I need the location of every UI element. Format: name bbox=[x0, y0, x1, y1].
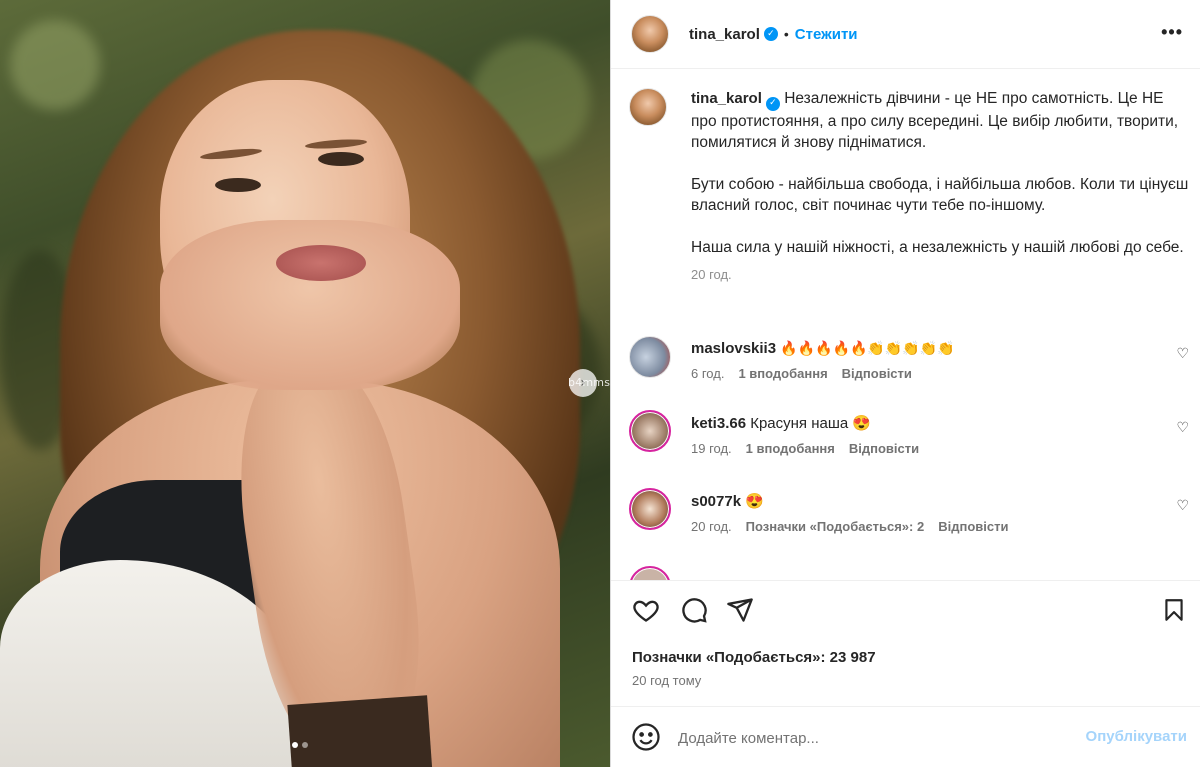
wooden-railing bbox=[287, 695, 433, 767]
comment: maslovskii3 🔥🔥🔥🔥🔥👏👏👏👏👏 6 год. 1 вподобан… bbox=[629, 336, 1200, 406]
verified-badge-icon: ✓ bbox=[765, 96, 780, 111]
caption-paragraph: Наша сила у нашій ніжності, а незалежніс… bbox=[691, 238, 1184, 256]
comment-username[interactable]: s0077k bbox=[691, 493, 741, 510]
post-actions bbox=[611, 580, 1200, 642]
comment: keti3.66 Красуня наша 😍 19 год. 1 вподоб… bbox=[629, 410, 1200, 480]
author-username[interactable]: tina_karol bbox=[689, 26, 760, 43]
comments-scroll-area[interactable]: tina_karol ✓ Незалежність дівчини - це НЕ… bbox=[611, 70, 1200, 580]
carousel-dot bbox=[292, 742, 298, 748]
caption-time: 20 год. bbox=[691, 266, 732, 282]
avatar[interactable] bbox=[629, 566, 671, 580]
follow-button[interactable]: Стежити bbox=[795, 26, 858, 43]
add-comment-bar: Опублікувати bbox=[611, 706, 1200, 767]
comment-likes[interactable]: Позначки «Подобається»: 2 bbox=[746, 519, 925, 534]
comment-time: 6 год. bbox=[691, 366, 725, 381]
watermark: b4mms bbox=[568, 376, 610, 389]
reply-button[interactable]: Відповісти bbox=[842, 366, 912, 381]
right-eye bbox=[318, 152, 364, 166]
carousel-indicator bbox=[292, 742, 308, 748]
comment-text: 🔥🔥🔥🔥🔥👏👏👏👏👏 bbox=[780, 341, 955, 357]
comment-like-heart-icon[interactable]: ♡ bbox=[1176, 498, 1189, 514]
heart-icon[interactable] bbox=[631, 595, 661, 625]
comment-time: 19 год. bbox=[691, 441, 732, 456]
comment-time: 20 год. bbox=[691, 519, 732, 534]
more-options-icon[interactable]: ••• bbox=[1161, 22, 1183, 43]
comment-likes[interactable]: 1 вподобання bbox=[746, 441, 835, 456]
post-header: tina_karol ✓ • Стежити ••• bbox=[611, 0, 1200, 69]
reply-button[interactable]: Відповісти bbox=[849, 441, 919, 456]
smiley-icon[interactable] bbox=[631, 722, 661, 752]
comment-username[interactable]: maslovskii3 bbox=[691, 340, 776, 357]
post-photo[interactable]: › b4mms bbox=[0, 0, 610, 767]
publish-button[interactable]: Опублікувати bbox=[1086, 728, 1187, 745]
send-icon[interactable] bbox=[725, 595, 755, 625]
caption-text: Незалежність дівчини - це НЕ про самотні… bbox=[691, 90, 1179, 151]
post-time: 20 год тому bbox=[632, 673, 702, 688]
left-eye bbox=[215, 178, 261, 192]
comment-input[interactable] bbox=[678, 725, 1058, 751]
caption-paragraph: Бути собою - найбільша свобода, і найбіл… bbox=[691, 175, 1189, 214]
avatar[interactable] bbox=[629, 488, 671, 530]
comment-username[interactable]: keti3.66 bbox=[691, 415, 746, 432]
carousel-dot bbox=[302, 742, 308, 748]
likes-count[interactable]: Позначки «Подобається»: 23 987 bbox=[632, 649, 876, 666]
avatar[interactable] bbox=[629, 88, 667, 126]
comment-text: Красуня наша 😍 bbox=[750, 415, 872, 432]
caption-username[interactable]: tina_karol bbox=[691, 90, 762, 107]
avatar[interactable] bbox=[629, 336, 671, 378]
caption-paragraph: tina_karol ✓ Незалежність дівчини - це НЕ… bbox=[691, 88, 1189, 153]
background-bokeh bbox=[10, 20, 100, 110]
post-caption: tina_karol ✓ Незалежність дівчини - це НЕ… bbox=[629, 88, 1189, 285]
post-side-panel: tina_karol ✓ • Стежити ••• tina_karol ✓ Н… bbox=[610, 0, 1200, 767]
reply-button[interactable]: Відповісти bbox=[938, 519, 1008, 534]
avatar[interactable] bbox=[629, 410, 671, 452]
bookmark-icon[interactable] bbox=[1159, 595, 1189, 625]
comment-text: 😍 bbox=[745, 493, 764, 510]
comment-likes[interactable]: 1 вподобання bbox=[738, 366, 827, 381]
lips bbox=[276, 245, 366, 281]
comment-partial bbox=[629, 566, 1200, 580]
comment-like-heart-icon[interactable]: ♡ bbox=[1176, 346, 1189, 362]
separator: • bbox=[783, 26, 789, 42]
comment: s0077k 😍 20 год. Позначки «Подобається»:… bbox=[629, 488, 1200, 558]
verified-badge-icon: ✓ bbox=[763, 27, 778, 41]
comment-icon[interactable] bbox=[679, 595, 709, 625]
avatar[interactable] bbox=[631, 15, 669, 53]
comment-like-heart-icon[interactable]: ♡ bbox=[1176, 420, 1189, 436]
